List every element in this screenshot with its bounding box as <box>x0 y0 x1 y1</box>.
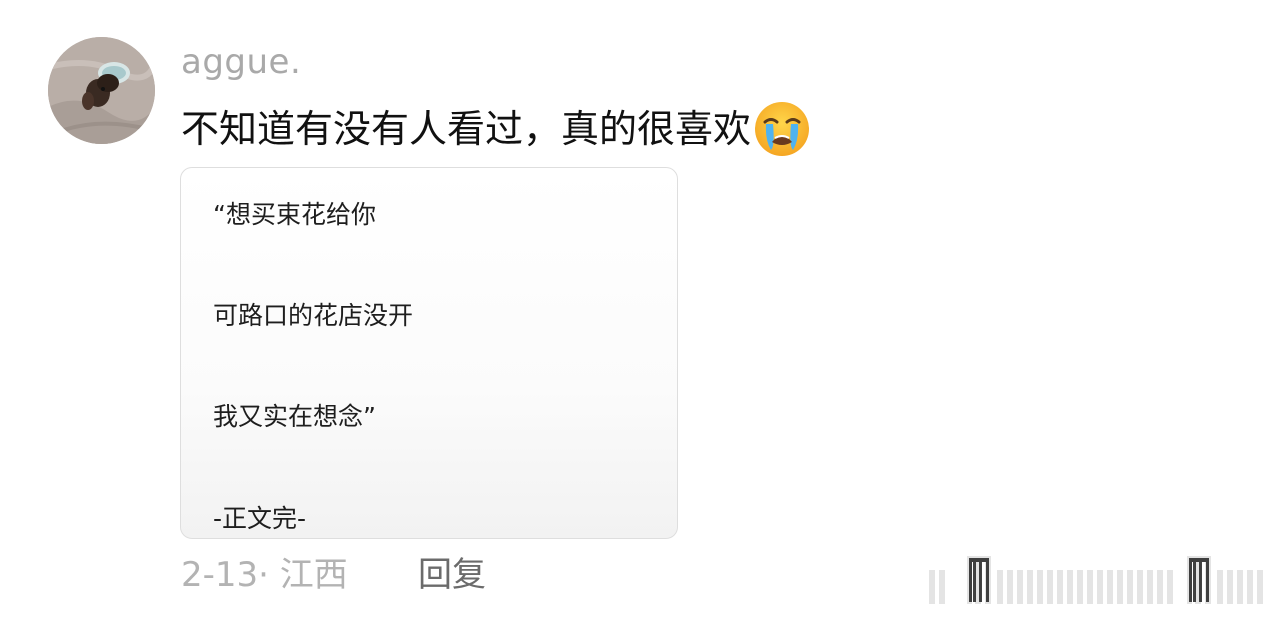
username[interactable]: aggue. <box>181 40 301 84</box>
comment-body: 不知道有没有人看过，真的很喜欢 <box>181 100 811 158</box>
meta-separator: · <box>258 555 269 595</box>
quote-line: 可路口的花店没开 <box>213 301 414 330</box>
comment-text: 不知道有没有人看过，真的很喜欢 <box>181 107 752 151</box>
avatar-image <box>48 37 155 144</box>
avatar[interactable] <box>48 37 155 144</box>
comment-location: 江西 <box>279 555 348 595</box>
comment-date: 2-13 <box>181 555 259 595</box>
quote-card[interactable]: “想买束花给你 可路口的花店没开 我又实在想念” -正文完- <box>180 167 678 539</box>
comment-meta: 2-13· 江西 <box>181 552 348 598</box>
quote-line: -正文完- <box>213 504 307 533</box>
quote-line: 我又实在想念” <box>213 402 376 431</box>
reply-button[interactable]: 回复 <box>418 552 486 598</box>
quote-line: “想买束花给你 <box>213 200 376 229</box>
watermark-logo <box>925 548 1275 608</box>
comment-item: aggue. 不知道有没有人看过，真的很喜欢 “想买束花给你 可路口的花店没开 … <box>0 0 1284 617</box>
loudly-crying-face-icon <box>753 100 811 158</box>
